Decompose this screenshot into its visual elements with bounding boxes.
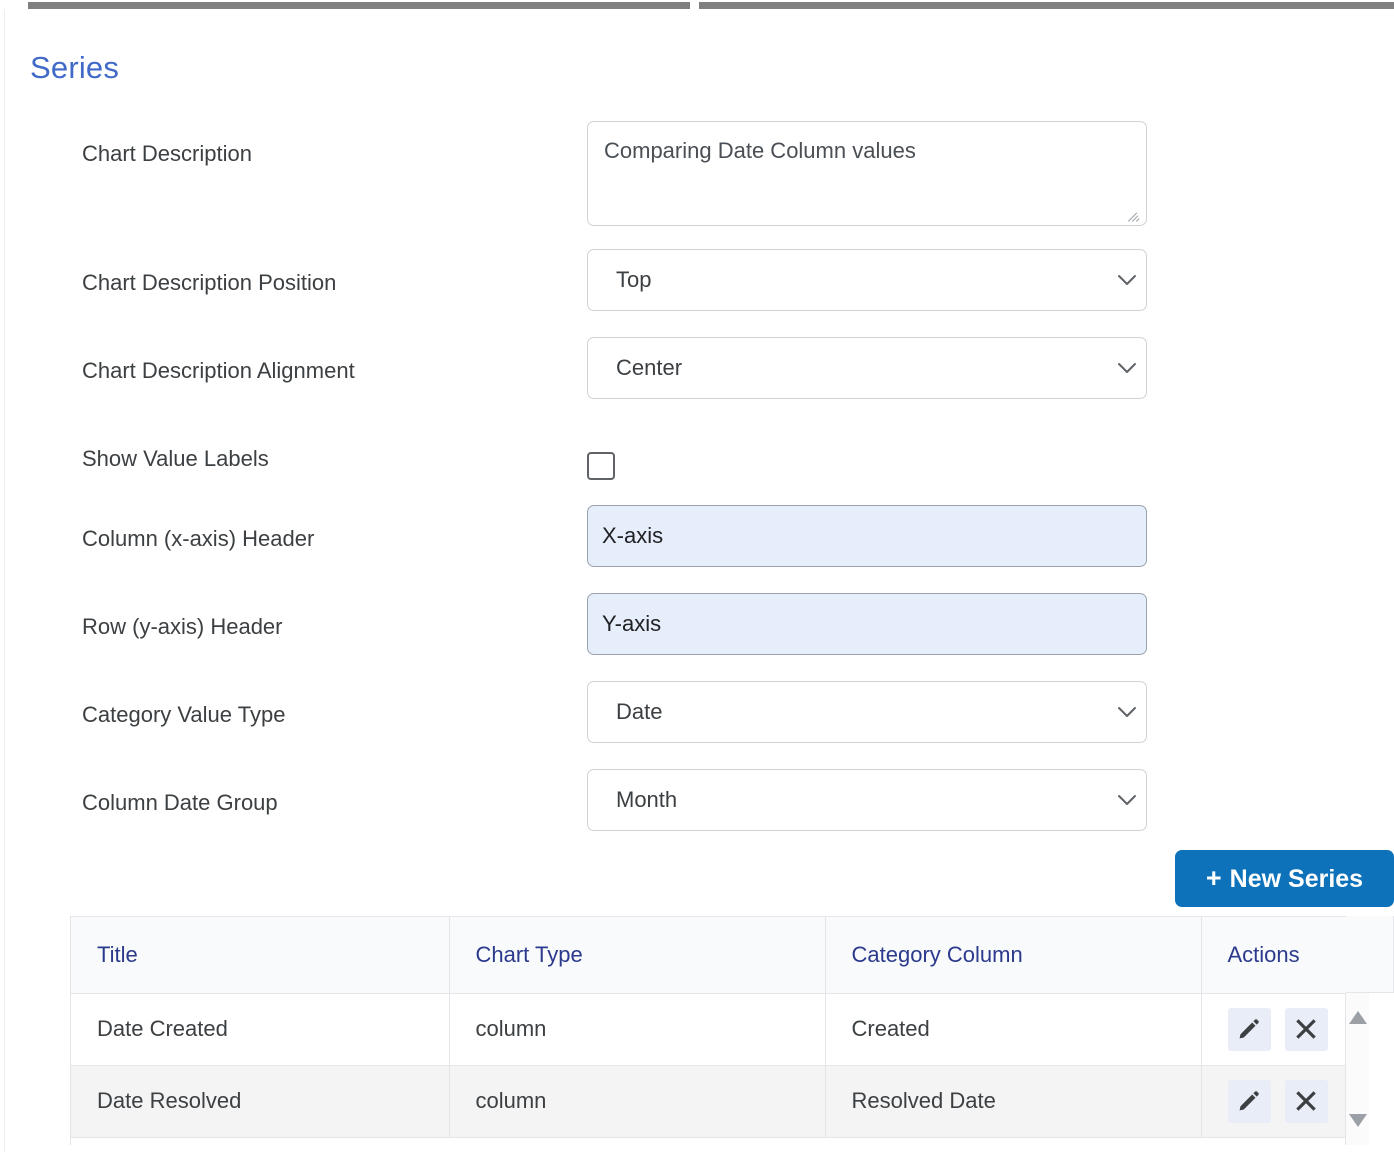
category-value-type-select[interactable]: Date <box>587 681 1147 743</box>
table-row[interactable]: Date Resolved column Resolved Date <box>71 1065 1348 1138</box>
plus-icon: + <box>1205 863 1222 893</box>
table-header-row: Title Chart Type Category Column Actions <box>71 917 1348 994</box>
cell-chart-type: column <box>449 1065 826 1138</box>
show-value-labels-checkbox[interactable] <box>587 452 615 480</box>
column-header-chart-type[interactable]: Chart Type <box>449 917 826 994</box>
scroll-up-arrow-icon[interactable] <box>1349 1011 1367 1024</box>
cell-chart-type: column <box>449 993 826 1066</box>
scrollbar-track[interactable] <box>28 2 1394 9</box>
new-series-button-label: New Series <box>1229 865 1364 893</box>
new-series-button[interactable]: + New Series <box>1175 850 1394 907</box>
column-x-axis-header-input[interactable] <box>587 505 1147 567</box>
close-icon <box>1296 1091 1316 1111</box>
chart-description-alignment-select[interactable]: Center <box>587 337 1147 399</box>
close-icon <box>1296 1019 1316 1039</box>
cell-actions <box>1201 1065 1348 1138</box>
row-y-axis-header-input[interactable] <box>587 593 1147 655</box>
label-column-date-group: Column Date Group <box>82 790 278 815</box>
label-row-y-axis-header: Row (y-axis) Header <box>82 614 283 639</box>
column-header-title[interactable]: Title <box>71 917 450 994</box>
cell-actions <box>1201 993 1348 1066</box>
scroll-down-arrow-icon[interactable] <box>1349 1114 1367 1127</box>
cell-category-column: Created <box>825 993 1202 1066</box>
cell-title: Date Created <box>71 993 450 1066</box>
chart-description-position-select[interactable]: Top <box>587 249 1147 311</box>
column-date-group-select[interactable]: Month <box>587 769 1147 831</box>
edit-row-button[interactable] <box>1227 1007 1271 1051</box>
scrollbar-thumb-gap <box>690 2 699 9</box>
label-chart-description: Chart Description <box>82 141 252 166</box>
column-header-category-column[interactable]: Category Column <box>825 917 1202 994</box>
table-row[interactable]: Date Created column Created <box>71 993 1348 1066</box>
window-horizontal-scrollbar[interactable] <box>0 0 1394 9</box>
pencil-icon <box>1239 1091 1259 1111</box>
edit-row-button[interactable] <box>1227 1079 1271 1123</box>
series-settings-panel: Series Chart Description Comparing Date … <box>0 9 1394 1152</box>
delete-row-button[interactable] <box>1284 1079 1328 1123</box>
cell-title: Date Resolved <box>71 1065 450 1138</box>
page-title: Series <box>30 50 120 85</box>
chart-description-textarea[interactable]: Comparing Date Column values <box>587 121 1147 226</box>
delete-row-button[interactable] <box>1284 1007 1328 1051</box>
series-table: Title Chart Type Category Column Actions… <box>70 916 1394 1145</box>
table-vertical-scrollbar[interactable] <box>1345 993 1369 1145</box>
label-column-x-axis-header: Column (x-axis) Header <box>82 526 315 551</box>
cell-category-column: Resolved Date <box>825 1065 1202 1138</box>
column-header-actions: Actions <box>1201 917 1348 994</box>
label-chart-description-position: Chart Description Position <box>82 270 337 295</box>
label-chart-description-alignment: Chart Description Alignment <box>82 358 355 383</box>
pencil-icon <box>1239 1019 1259 1039</box>
label-category-value-type: Category Value Type <box>82 702 286 727</box>
label-show-value-labels: Show Value Labels <box>82 446 269 471</box>
table-header-spacer-cell <box>1346 916 1394 993</box>
